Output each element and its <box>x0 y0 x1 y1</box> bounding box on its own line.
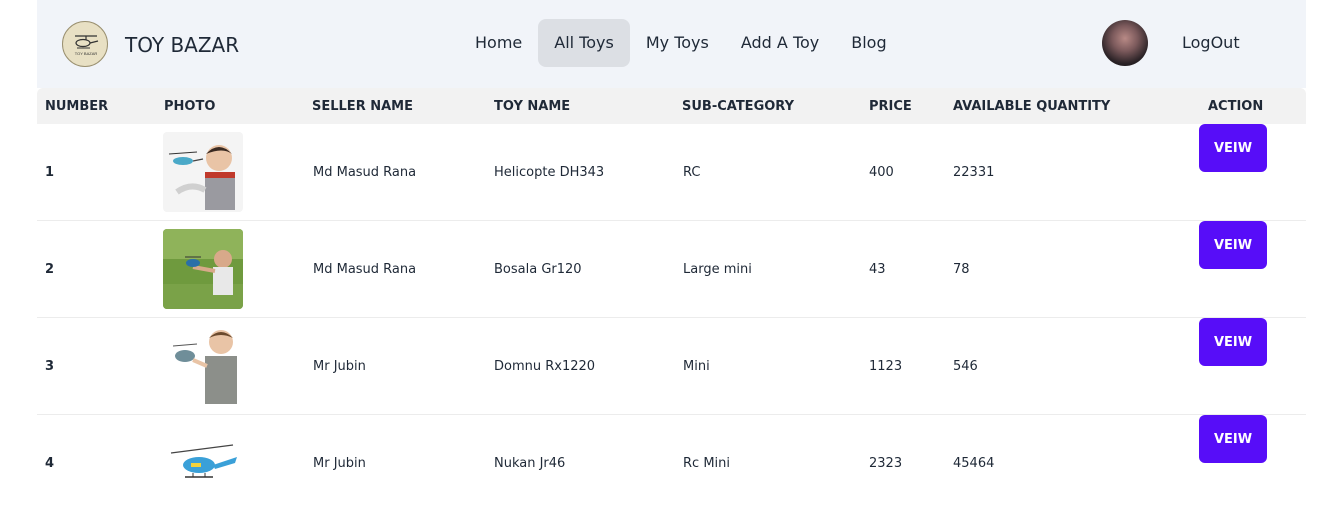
seller-name: Mr Jubin <box>313 456 366 471</box>
header-toy-name: TOY NAME <box>494 99 571 114</box>
seller-name: Mr Jubin <box>313 359 366 374</box>
row-number: 3 <box>45 359 55 374</box>
header-sub-category: SUB-CATEGORY <box>682 99 794 114</box>
view-button[interactable]: VEIW <box>1199 124 1267 172</box>
sub-category: Mini <box>683 359 710 374</box>
toy-name: Helicopte DH343 <box>494 165 605 180</box>
nav-my-toys[interactable]: My Toys <box>630 19 725 67</box>
sub-category: Large mini <box>683 262 752 277</box>
row-number: 4 <box>45 456 55 471</box>
view-button[interactable]: VEIW <box>1199 318 1267 366</box>
table-row: 4 Mr Jubin Nukan Jr46 Rc Mini 2323 45464… <box>37 415 1306 511</box>
available-quantity: 45464 <box>953 456 995 471</box>
row-number: 1 <box>45 165 55 180</box>
price: 2323 <box>869 456 903 471</box>
toy-name: Domnu Rx1220 <box>494 359 596 374</box>
navbar: TOY BAZAR TOY BAZAR Home All Toys My Toy… <box>37 0 1306 88</box>
table-row: 3 Mr Jubin Domnu Rx1220 Mini 1123 546 VE… <box>37 318 1306 415</box>
seller-name: Md Masud Rana <box>313 165 417 180</box>
seller-name: Md Masud Rana <box>313 262 417 277</box>
svg-text:TOY BAZAR: TOY BAZAR <box>75 51 98 56</box>
table-row: 1 Md Masud Rana Helicopte DH343 RC 400 2… <box>37 124 1306 221</box>
toy-photo <box>163 326 243 406</box>
helicopter-logo-icon: TOY BAZAR <box>75 35 99 56</box>
table-header: NUMBER PHOTO SELLER NAME TOY NAME SUB-CA… <box>37 88 1306 124</box>
toy-photo <box>163 423 243 503</box>
brand-logo[interactable]: TOY BAZAR <box>62 21 108 67</box>
view-button[interactable]: VEIW <box>1199 221 1267 269</box>
table-row: 2 Md Masud Rana Bosala Gr120 Large mini … <box>37 221 1306 318</box>
toy-name: Bosala Gr120 <box>494 262 582 277</box>
row-number: 2 <box>45 262 55 277</box>
price: 43 <box>869 262 886 277</box>
header-number: NUMBER <box>45 99 109 114</box>
nav-all-toys[interactable]: All Toys <box>538 19 630 67</box>
logout-button[interactable]: LogOut <box>1182 33 1240 52</box>
user-avatar[interactable] <box>1102 20 1148 66</box>
header-action: ACTION <box>1208 99 1264 114</box>
nav-home[interactable]: Home <box>459 19 538 67</box>
header-price: PRICE <box>869 99 912 114</box>
price: 1123 <box>869 359 903 374</box>
main-menu: Home All Toys My Toys Add A Toy Blog <box>459 19 903 67</box>
nav-add-a-toy[interactable]: Add A Toy <box>725 19 835 67</box>
available-quantity: 22331 <box>953 165 995 180</box>
sub-category: Rc Mini <box>683 456 730 471</box>
available-quantity: 78 <box>953 262 970 277</box>
available-quantity: 546 <box>953 359 978 374</box>
toy-photo <box>163 229 243 309</box>
header-photo: PHOTO <box>164 99 216 114</box>
toy-photo <box>163 132 243 212</box>
header-seller-name: SELLER NAME <box>312 99 413 114</box>
toy-name: Nukan Jr46 <box>494 456 566 471</box>
sub-category: RC <box>683 165 701 180</box>
header-available-quantity: AVAILABLE QUANTITY <box>953 99 1111 114</box>
price: 400 <box>869 165 894 180</box>
view-button[interactable]: VEIW <box>1199 415 1267 463</box>
brand-name[interactable]: TOY BAZAR <box>125 33 239 57</box>
nav-blog[interactable]: Blog <box>835 19 902 67</box>
